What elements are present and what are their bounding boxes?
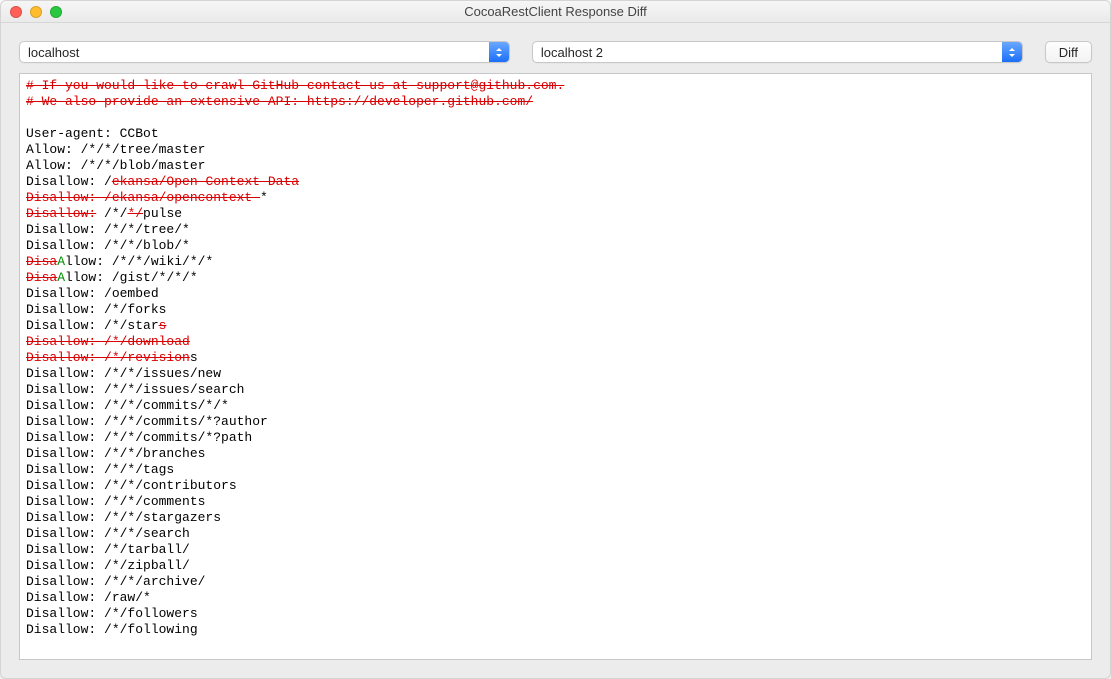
diff-line: Disallow: /*/*/comments <box>26 494 1085 510</box>
unchanged-span: Disallow: /*/*/comments <box>26 494 205 509</box>
unchanged-span: Disallow: /*/*/tags <box>26 462 174 477</box>
unchanged-span: llow: /*/*/wiki/*/* <box>65 254 213 269</box>
close-window-button[interactable] <box>10 6 22 18</box>
unchanged-span: pulse <box>143 206 182 221</box>
diff-line: Disallow: /*/zipball/ <box>26 558 1085 574</box>
inserted-span: A <box>57 270 65 285</box>
diff-line: Disallow: /*/*/commits/*/* <box>26 398 1085 414</box>
diff-line: Disallow: /*/download <box>26 334 1085 350</box>
diff-line: Disallow: /*/*/issues/new <box>26 366 1085 382</box>
unchanged-span: Disallow: /*/*/stargazers <box>26 510 221 525</box>
diff-line: DisaAllow: /gist/*/*/* <box>26 270 1085 286</box>
deleted-span: Disa <box>26 270 57 285</box>
diff-line: Disallow: /*/*/commits/*?author <box>26 414 1085 430</box>
unchanged-span: Disallow: /*/*/tree/* <box>26 222 190 237</box>
diff-line: Disallow: /raw/* <box>26 590 1085 606</box>
diff-line: Allow: /*/*/tree/master <box>26 142 1085 158</box>
inserted-span: A <box>57 254 65 269</box>
unchanged-span: llow: /gist/*/*/* <box>65 270 198 285</box>
unchanged-span: * <box>260 190 268 205</box>
unchanged-span: Disallow: /*/*/issues/new <box>26 366 221 381</box>
deleted-span: # We also provide an extensive API: http… <box>26 94 533 109</box>
unchanged-span: Disallow: /*/zipball/ <box>26 558 190 573</box>
diff-line: # We also provide an extensive API: http… <box>26 94 1085 110</box>
unchanged-span: Disallow: /*/*/commits/*?author <box>26 414 268 429</box>
diff-line: Allow: /*/*/blob/master <box>26 158 1085 174</box>
chevron-updown-icon <box>1002 42 1022 62</box>
unchanged-span: /*/ <box>96 206 127 221</box>
diff-line: Disallow: /*/revisions <box>26 350 1085 366</box>
diff-button-label: Diff <box>1059 45 1078 60</box>
deleted-span: s <box>159 318 167 333</box>
deleted-span: Disa <box>26 254 57 269</box>
deleted-span: Disallow: /ekansa/opencontext- <box>26 190 260 205</box>
unchanged-span: s <box>190 350 198 365</box>
unchanged-span: Disallow: /*/followers <box>26 606 198 621</box>
app-window: CocoaRestClient Response Diff localhost … <box>0 0 1111 679</box>
unchanged-span: Disallow: /*/*/contributors <box>26 478 237 493</box>
unchanged-span: Disallow: /raw/* <box>26 590 151 605</box>
diff-line: Disallow: /ekansa/opencontext-* <box>26 190 1085 206</box>
diff-line: Disallow: /*/*/search <box>26 526 1085 542</box>
diff-scroll[interactable]: # If you would like to crawl GitHub cont… <box>20 74 1091 659</box>
diff-line: User-agent: CCBot <box>26 126 1085 142</box>
response-a-select[interactable]: localhost <box>19 41 510 63</box>
diff-view: # If you would like to crawl GitHub cont… <box>19 73 1092 660</box>
unchanged-span: Disallow: /*/star <box>26 318 159 333</box>
diff-line: Disallow: /*/*/commits/*?path <box>26 430 1085 446</box>
deleted-span: # If you would like to crawl GitHub cont… <box>26 78 564 93</box>
response-b-select[interactable]: localhost 2 <box>532 41 1023 63</box>
diff-line: DisaAllow: /*/*/wiki/*/* <box>26 254 1085 270</box>
diff-line <box>26 110 1085 126</box>
diff-line: Disallow: /oembed <box>26 286 1085 302</box>
diff-line: Disallow: /ekansa/Open-Context-Data <box>26 174 1085 190</box>
unchanged-span: Disallow: /*/following <box>26 622 198 637</box>
deleted-span: Disallow: <box>26 206 96 221</box>
window-title: CocoaRestClient Response Diff <box>1 4 1110 19</box>
unchanged-span: Disallow: /oembed <box>26 286 159 301</box>
minimize-window-button[interactable] <box>30 6 42 18</box>
diff-line: Disallow: /*/*/contributors <box>26 478 1085 494</box>
diff-line: Disallow: /*/stars <box>26 318 1085 334</box>
diff-line: Disallow: /*/*/tree/* <box>26 222 1085 238</box>
diff-line: Disallow: /*/followers <box>26 606 1085 622</box>
traffic-lights <box>1 6 62 18</box>
diff-line: # If you would like to crawl GitHub cont… <box>26 78 1085 94</box>
diff-line: Disallow: /*/tarball/ <box>26 542 1085 558</box>
diff-line: Disallow: /*/*/blob/* <box>26 238 1085 254</box>
zoom-window-button[interactable] <box>50 6 62 18</box>
unchanged-span: Disallow: /*/forks <box>26 302 166 317</box>
deleted-span: ekansa/Open-Context-Data <box>112 174 299 189</box>
deleted-span: Disallow: /*/revision <box>26 350 190 365</box>
diff-line: Disallow: /*/*/tags <box>26 462 1085 478</box>
diff-line: Disallow: /*/*/branches <box>26 446 1085 462</box>
diff-button[interactable]: Diff <box>1045 41 1092 63</box>
unchanged-span: Disallow: / <box>26 174 112 189</box>
deleted-span: */ <box>127 206 143 221</box>
unchanged-span: Disallow: /*/tarball/ <box>26 542 190 557</box>
unchanged-span: Allow: /*/*/tree/master <box>26 142 205 157</box>
unchanged-span: Disallow: /*/*/blob/* <box>26 238 190 253</box>
response-b-select-value: localhost 2 <box>533 45 1002 60</box>
titlebar: CocoaRestClient Response Diff <box>1 1 1110 23</box>
diff-line: Disallow: /*/following <box>26 622 1085 638</box>
response-a-select-value: localhost <box>20 45 489 60</box>
diff-line: Disallow: /*/forks <box>26 302 1085 318</box>
unchanged-span: Disallow: /*/*/search <box>26 526 190 541</box>
unchanged-span: Allow: /*/*/blob/master <box>26 158 205 173</box>
unchanged-span: Disallow: /*/*/issues/search <box>26 382 244 397</box>
toolbar: localhost localhost 2 Diff <box>1 23 1110 73</box>
unchanged-span: Disallow: /*/*/branches <box>26 446 205 461</box>
diff-line: Disallow: /*/*/issues/search <box>26 382 1085 398</box>
diff-line: Disallow: /*/*/stargazers <box>26 510 1085 526</box>
diff-line: Disallow: /*/*/archive/ <box>26 574 1085 590</box>
unchanged-span: User-agent: CCBot <box>26 126 159 141</box>
unchanged-span: Disallow: /*/*/commits/*?path <box>26 430 252 445</box>
unchanged-span: Disallow: /*/*/commits/*/* <box>26 398 229 413</box>
diff-line: Disallow: /*/*/pulse <box>26 206 1085 222</box>
chevron-updown-icon <box>489 42 509 62</box>
deleted-span: Disallow: /*/download <box>26 334 190 349</box>
unchanged-span: Disallow: /*/*/archive/ <box>26 574 205 589</box>
